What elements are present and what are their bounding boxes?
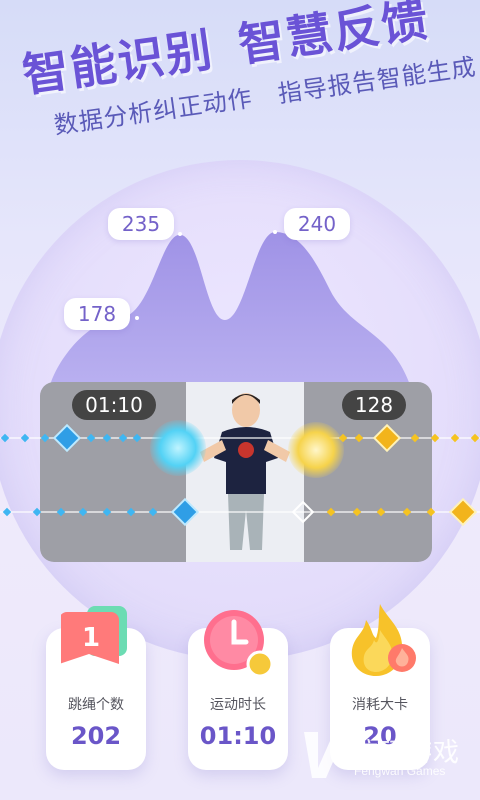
jump-counter: 128: [342, 390, 406, 420]
stat-value: 01:10: [199, 722, 277, 750]
badge-number: 1: [82, 623, 100, 653]
rhythm-tracks: [0, 423, 480, 527]
headline: 智能识别 智慧反馈 数据分析纠正动作指导报告智能生成: [18, 0, 480, 179]
elapsed-timer: 01:10: [72, 390, 156, 420]
gold-energy-orb: [288, 422, 344, 478]
jump-count-badge-icon: 1: [59, 606, 131, 676]
peak-label-240: 240: [284, 208, 350, 240]
blue-energy-orb: [150, 420, 206, 476]
stat-label: 运动时长: [210, 697, 266, 713]
watermark-subtitle: Fengwan Games: [354, 764, 446, 778]
peak-dot-235: [178, 232, 182, 236]
stat-card-jump-count[interactable]: 1 跳绳个数 202: [46, 606, 146, 770]
watermark: 仿玩游戏 Fengwan Games: [300, 726, 480, 786]
stat-card-duration[interactable]: 运动时长 01:10: [188, 610, 288, 770]
stat-value: 202: [70, 722, 122, 750]
peak-dot-178: [135, 316, 139, 320]
peak-label-178: 178: [64, 298, 130, 330]
stat-label: 跳绳个数: [68, 697, 124, 713]
watermark-logo-icon: [304, 732, 346, 778]
clock-icon: [200, 606, 276, 682]
flame-icon: [342, 600, 418, 680]
peak-label-235: 235: [108, 208, 174, 240]
stat-label: 消耗大卡: [352, 697, 408, 713]
blue-gems-top: [0, 423, 142, 453]
heart-rate-wave: [50, 230, 410, 385]
peak-dot-240: [273, 230, 277, 234]
